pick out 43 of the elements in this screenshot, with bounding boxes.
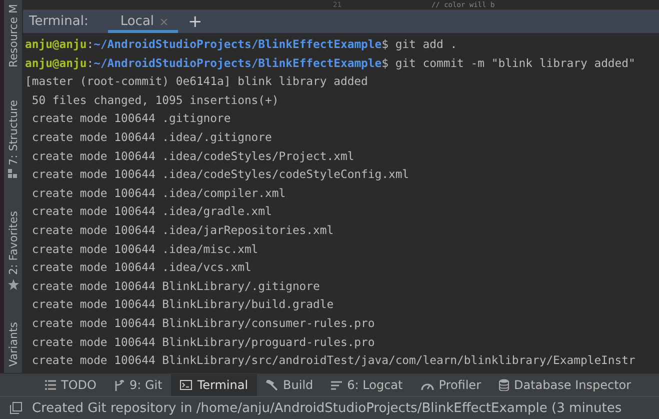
sidebar-tool-button[interactable]: 7: Structure — [6, 98, 20, 181]
tool-window-button[interactable]: Terminal — [171, 374, 258, 396]
output-line: create mode 100644 BlinkLibrary/proguard-rules.pro — [30, 334, 376, 350]
terminal-tab[interactable]: Local — [108, 10, 178, 33]
output-line: create mode 100644 .gitignore — [30, 110, 232, 128]
output-line: create mode 100644 .idea/jarRepositories.xml — [30, 222, 335, 239]
list-icon — [45, 380, 56, 390]
output-line: create mode 100644 BlinkLibrary/.gitignore — [30, 278, 321, 295]
tool-window-button[interactable]: Database Inspector — [490, 374, 640, 396]
output-line: create mode 100644 BlinkLibrary/consumer-rules.pro — [30, 314, 376, 332]
status-message: Created Git repository in /home/anju/AndroidStudioProjects/BlinkEffectExample (3 minutes — [32, 400, 622, 416]
star-icon — [8, 279, 18, 290]
sidebar-tool-button[interactable]: Variants — [6, 320, 20, 369]
window-icon[interactable] — [10, 402, 22, 414]
prompt-line: anju@anju:~/AndroidStudioProjects/BlinkEffectExample$ git add . — [25, 36, 458, 53]
branch-icon — [114, 380, 124, 390]
output-line: 50 files changed, 1095 insertions(+) — [30, 92, 280, 109]
output-line: [master (root-commit) 0e6141a] blink library added — [25, 73, 369, 90]
output-line: create mode 100644 .idea/gradle.xml — [30, 203, 273, 220]
output-line: create mode 100644 .idea/codeStyles/codeStyleConfig.xml — [30, 166, 410, 184]
output-line: create mode 100644 .idea/vcs.xml — [30, 259, 252, 276]
output-line: create mode 100644 .idea/.gitignore — [30, 128, 273, 146]
prompt-line: anju@anju:~/AndroidStudioProjects/BlinkEffectExample$ git commit -m "blink library added" — [25, 54, 636, 72]
output-line: create mode 100644 .idea/codeStyles/Project.xml — [30, 148, 356, 165]
database-icon — [499, 379, 509, 391]
new-tab-button[interactable]: + — [178, 10, 212, 33]
tool-window-button[interactable]: 6: Logcat — [322, 374, 412, 396]
sidebar-tool-button[interactable]: 2: Favorites — [6, 209, 20, 292]
gauge-icon — [420, 380, 434, 390]
sidebar-tool-button[interactable]: Resource M — [6, 2, 20, 70]
output-line: create mode 100644 BlinkLibrary/src/androidTest/java/com/learn/blinklibrary/ExampleInstr — [30, 352, 636, 370]
terminal-icon — [180, 380, 192, 390]
output-line: create mode 100644 .idea/misc.xml — [30, 240, 260, 258]
tool-window-button[interactable]: TODO — [36, 374, 106, 396]
structure-icon — [8, 168, 18, 179]
tool-window-button[interactable]: Build — [257, 374, 322, 396]
output-line: create mode 100644 BlinkLibrary/build.gradle — [30, 296, 335, 314]
output-line: create mode 100644 .idea/compiler.xml — [30, 184, 287, 202]
tool-window-button[interactable]: Profiler — [412, 374, 490, 396]
hammer-icon — [266, 380, 278, 390]
lines-icon — [331, 380, 342, 390]
terminal-title: Terminal: — [28, 13, 90, 31]
tool-window-button[interactable]: 9: Git — [105, 374, 172, 396]
